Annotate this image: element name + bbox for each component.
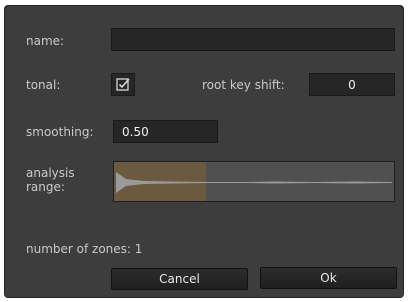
smoothing-value: 0.50 <box>122 124 149 139</box>
analysis-range-selector[interactable] <box>113 161 395 202</box>
ok-button[interactable]: Ok <box>260 267 397 289</box>
zones-count: number of zones: 1 <box>26 242 143 256</box>
root-key-shift-field[interactable]: 0 <box>309 73 395 96</box>
root-key-shift-label: root key shift: <box>202 78 285 92</box>
waveform <box>116 172 392 193</box>
checkmark-icon <box>116 78 130 91</box>
name-field[interactable] <box>111 28 395 51</box>
slice-dialog: name: tonal: root key shift: 0 smoothing… <box>4 5 404 298</box>
root-key-shift-value: 0 <box>348 77 356 92</box>
smoothing-label: smoothing: <box>26 125 94 139</box>
name-label: name: <box>26 34 65 48</box>
smoothing-field[interactable]: 0.50 <box>113 120 218 143</box>
tonal-label: tonal: <box>26 78 61 92</box>
analysis-range-label: analysis range: <box>26 166 75 194</box>
cancel-button[interactable]: Cancel <box>111 268 248 290</box>
analysis-range-label-line1: analysis <box>26 166 75 180</box>
analysis-range-label-line2: range: <box>26 180 65 194</box>
tonal-checkbox[interactable] <box>111 73 135 96</box>
